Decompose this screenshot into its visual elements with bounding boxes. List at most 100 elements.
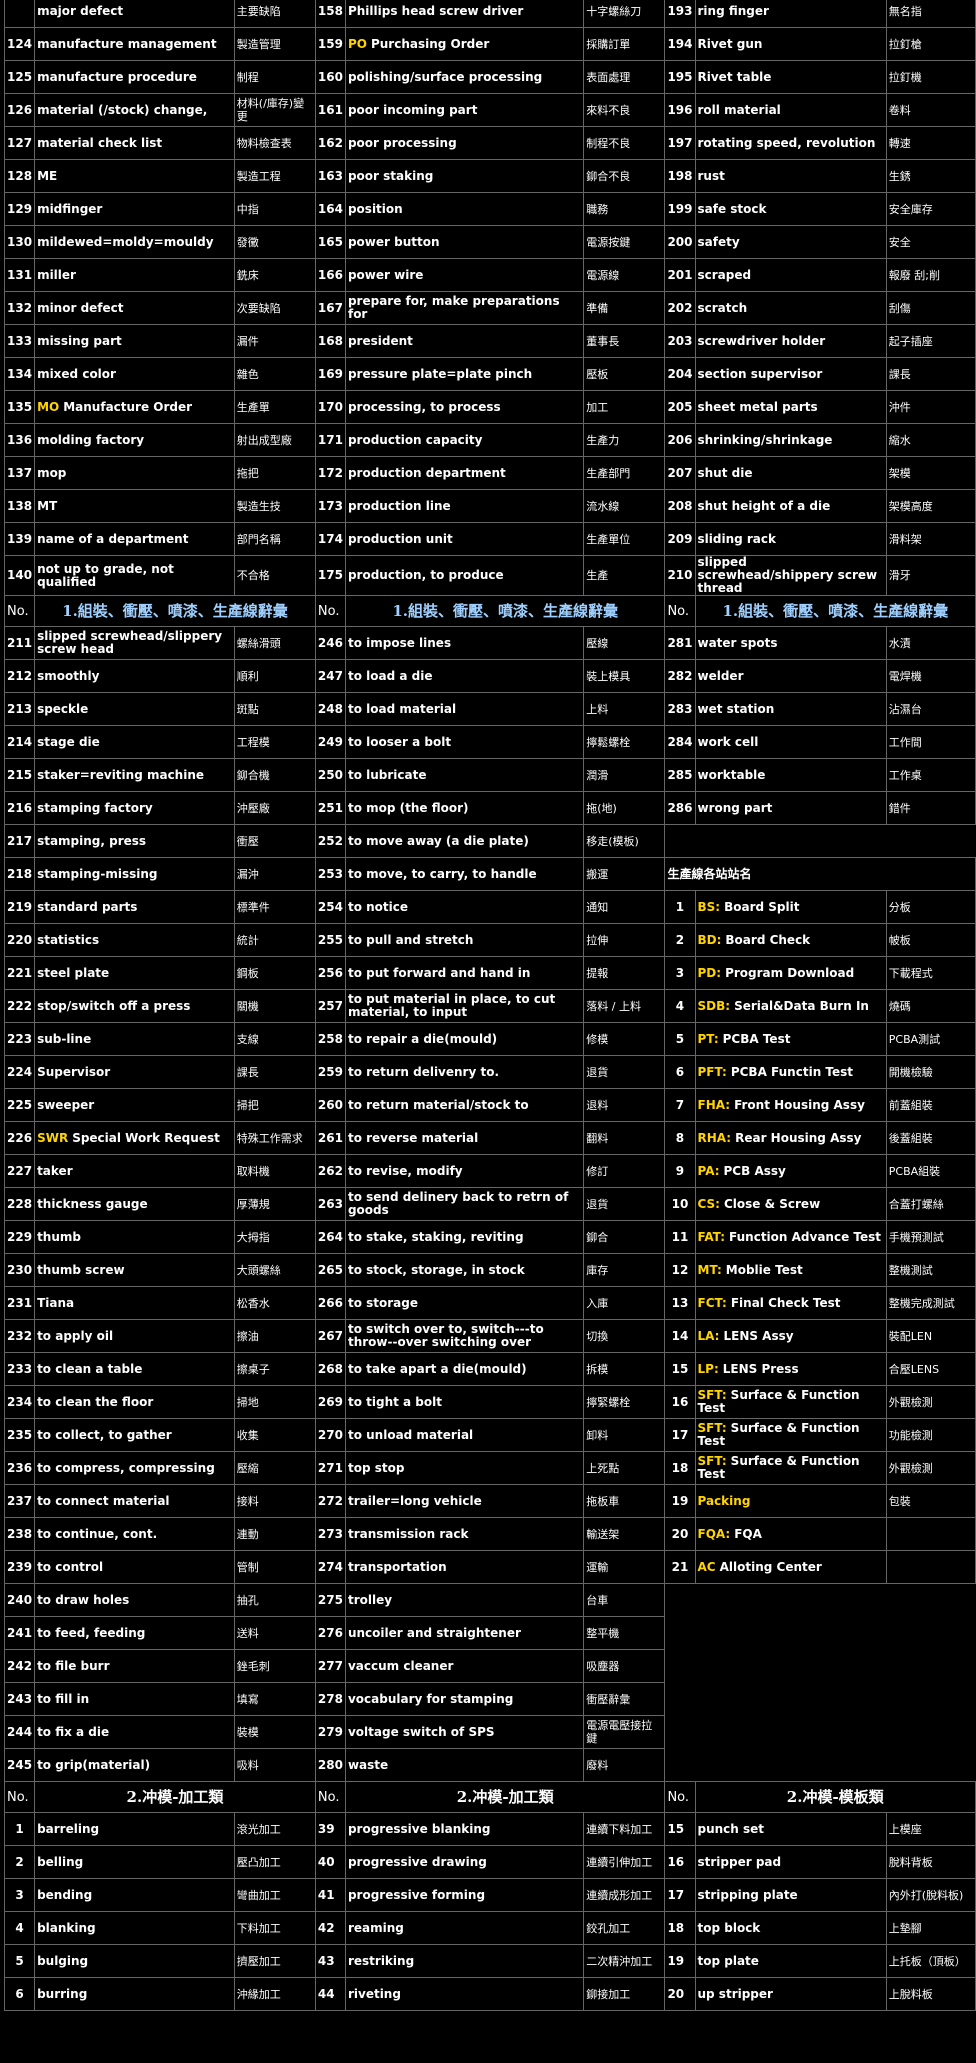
entry-chinese: 部門名稱 — [233, 522, 316, 556]
entry-chinese: 擦油 — [233, 1319, 316, 1353]
entry-chinese: 滑牙 — [885, 555, 976, 596]
entry-chinese: 流水線 — [583, 489, 666, 523]
entry-chinese: 落料 / 上料 — [583, 989, 666, 1023]
entry-chinese: 廢料 — [583, 1748, 666, 1782]
entry-number: 268 — [314, 1352, 346, 1386]
entry-chinese: 沖壓廠 — [233, 791, 316, 825]
entry-english: top stop — [344, 1451, 585, 1485]
entry-english: barreling — [34, 1812, 235, 1846]
entry-english: to apply oil — [34, 1319, 235, 1353]
header-no-label: No. — [3, 595, 36, 627]
entry-chinese: 電源線 — [583, 258, 666, 292]
entry-english: to notice — [344, 890, 585, 924]
entry-number: 196 — [664, 93, 696, 127]
entry-code: PD: — [697, 965, 722, 980]
entry-english: statistics — [34, 923, 235, 957]
glossary-row: 241 to feed, feeding 送料 276 uncoiler and str… — [3, 1616, 976, 1650]
entry-code: LA: — [697, 1328, 720, 1343]
entry-english: ring finger — [694, 0, 887, 28]
entry-english: bending — [34, 1878, 235, 1912]
entry-number: 272 — [314, 1484, 346, 1518]
entry-english: to impose lines — [344, 626, 585, 660]
entry-chinese: 制程不良 — [583, 126, 666, 160]
entry-chinese: 課長 — [885, 357, 976, 391]
entry-english: poor processing — [344, 126, 585, 160]
entry-english: transportation — [344, 1550, 585, 1584]
glossary-row: 221 steel plate 鋼板 256 to put forward and ha… — [3, 956, 976, 990]
entry-chinese: 整機測試 — [885, 1253, 976, 1287]
glossary-row: 239 to control 管制 274 transportation 運輸 21 AC Al… — [3, 1550, 976, 1584]
entry-number: 1 — [664, 890, 696, 924]
entry-chinese: 內外打(脫料板) — [885, 1878, 976, 1912]
entry-chinese: 切換 — [583, 1319, 666, 1353]
entry-number: 18 — [664, 1911, 696, 1945]
entry-number: 161 — [314, 93, 346, 127]
entry-english: miller — [34, 258, 235, 292]
entry-chinese: 衝壓 — [233, 824, 316, 858]
entry-english: power wire — [344, 258, 585, 292]
entry-english: to move, to carry, to handle — [344, 857, 585, 891]
entry-chinese: 退貨 — [583, 1055, 666, 1089]
entry-english: shut height of a die — [694, 489, 887, 523]
entry-english: to compress, compressing — [34, 1451, 235, 1485]
entry-chinese: 滑料架 — [885, 522, 976, 556]
glossary-row: 6 burring 沖緣加工 44 riveting 鉚接加工 20 up stripper 上… — [3, 1977, 976, 2011]
entry-chinese: 燒碼 — [885, 989, 976, 1023]
entry-number: 222 — [3, 989, 36, 1023]
entry-english: SFT: Surface & Function Test — [694, 1418, 887, 1452]
entry-english: rust — [694, 159, 887, 193]
entry-chinese: 鉚合不良 — [583, 159, 666, 193]
entry-english: voltage switch of SPS — [344, 1715, 585, 1749]
entry-english: SWR Special Work Request — [34, 1121, 235, 1155]
entry-english: CS: Close & Screw — [694, 1187, 887, 1221]
entry-english: to collect, to gather — [34, 1418, 235, 1452]
entry-number: 249 — [314, 725, 346, 759]
entry-chinese: 脫料背板 — [885, 1845, 976, 1879]
glossary-row: 128 ME 製造工程 163 poor staking 鉚合不良 198 rust 生銹 — [3, 159, 976, 193]
entry-term: Purchasing Order — [370, 36, 490, 51]
entry-chinese: 轉速 — [885, 126, 976, 160]
entry-english: FCT: Final Check Test — [694, 1286, 887, 1320]
entry-chinese: 上脫料板 — [885, 1977, 976, 2011]
entry-english: missing part — [34, 324, 235, 358]
entry-code: SFT: — [697, 1454, 727, 1468]
entry-chinese: 工作桌 — [885, 758, 976, 792]
empty-cell — [665, 1749, 976, 1782]
glossary-row: 245 to grip(material) 吸料 280 waste 廢料 — [3, 1748, 976, 1782]
entry-code: FAT: — [697, 1229, 726, 1244]
entry-english: slipped screwhead/shippery screw thread — [694, 555, 887, 596]
entry-number: 41 — [314, 1878, 346, 1912]
entry-number: 173 — [314, 489, 346, 523]
entry-chinese: 標準件 — [233, 890, 316, 924]
entry-english: trolley — [344, 1583, 585, 1617]
entry-number: 1 — [3, 1812, 36, 1846]
glossary-row: 219 standard parts 標準件 254 to notice 通知 1 BS: Bo… — [3, 890, 976, 924]
entry-english: Phillips head screw driver — [344, 0, 585, 28]
entry-english: to send delinery back to retrn of goods — [344, 1187, 585, 1221]
entry-chinese: 發黴 — [233, 225, 316, 259]
entry-english: waste — [344, 1748, 585, 1782]
entry-english: burring — [34, 1977, 235, 2011]
entry-number: 194 — [664, 27, 696, 61]
entry-number: 130 — [3, 225, 36, 259]
entry-english: work cell — [694, 725, 887, 759]
glossary-row: 240 to draw holes 抽孔 275 trolley 台車 — [3, 1583, 976, 1617]
entry-number: 247 — [314, 659, 346, 693]
entry-code: MT: — [697, 1262, 722, 1277]
entry-english: to stake, staking, reviting — [344, 1220, 585, 1254]
entry-chinese: 次要缺陷 — [233, 291, 316, 325]
entry-number: 284 — [664, 725, 696, 759]
entry-english: to move away (a die plate) — [344, 824, 585, 858]
entry-number: 163 — [314, 159, 346, 193]
entry-number: 232 — [3, 1319, 36, 1353]
entry-english: polishing/surface processing — [344, 60, 585, 94]
entry-code: LP: — [697, 1361, 719, 1376]
entry-english: manufacture management — [34, 27, 235, 61]
entry-code: FCT: — [697, 1295, 727, 1310]
entry-number: 39 — [314, 1812, 346, 1846]
entry-english: position — [344, 192, 585, 226]
entry-number: 260 — [314, 1088, 346, 1122]
entry-english: minor defect — [34, 291, 235, 325]
glossary-row: 235 to collect, to gather 收集 270 to unload m… — [3, 1418, 976, 1452]
entry-english: top plate — [694, 1944, 887, 1978]
